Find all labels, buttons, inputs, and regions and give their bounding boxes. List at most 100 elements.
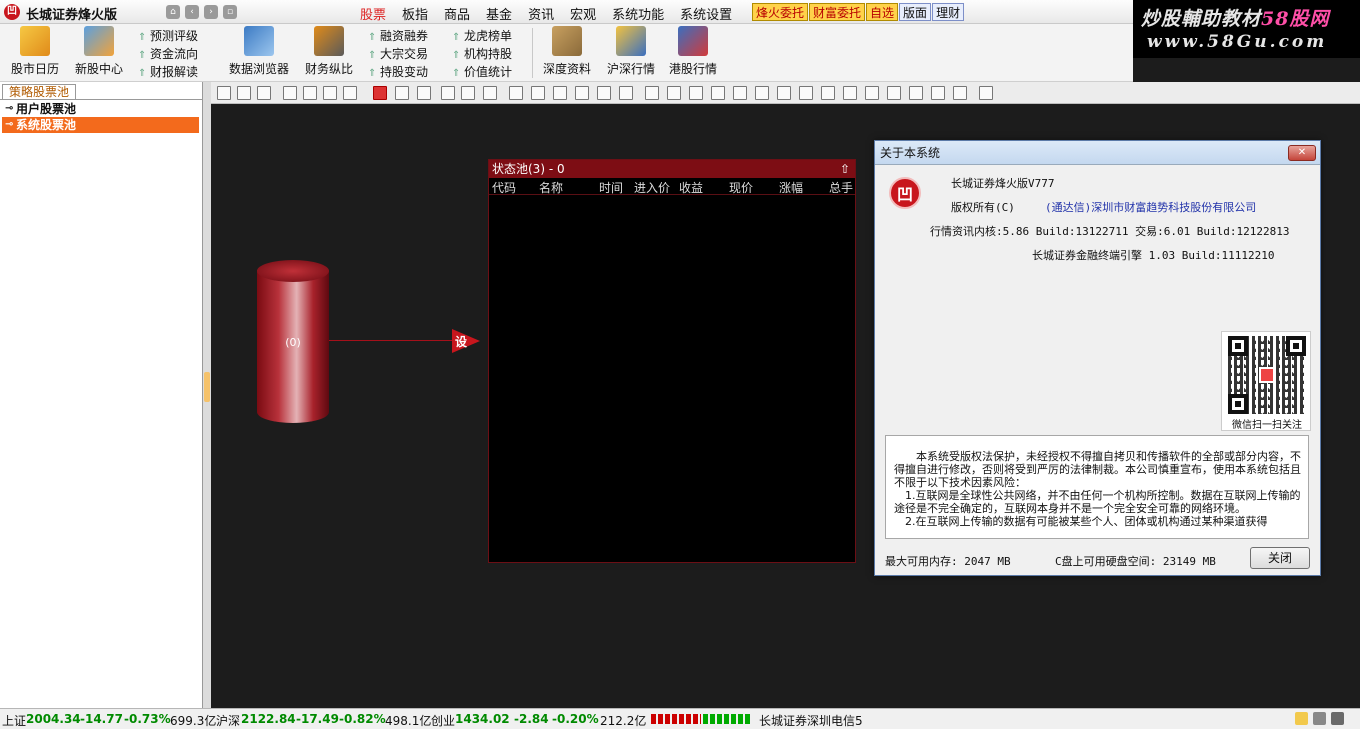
window-icon[interactable]: ▫ xyxy=(223,5,237,19)
align-bottom-icon[interactable] xyxy=(843,86,857,100)
hk-quotes-button[interactable]: 港股行情 xyxy=(666,26,720,77)
forecast-rating-link[interactable]: ⇑ 预测评级 xyxy=(138,27,198,44)
list-icon[interactable] xyxy=(417,86,431,100)
record-icon[interactable] xyxy=(343,86,357,100)
menu-macro[interactable]: 宏观 xyxy=(562,4,604,23)
margin-trading-link[interactable]: ⇑ 融资融券 xyxy=(368,27,428,44)
pointer-icon[interactable] xyxy=(373,86,387,100)
sh-index-label[interactable]: 上证 xyxy=(2,712,26,729)
tab-finance[interactable]: 理财 xyxy=(932,3,965,21)
report-analysis-link[interactable]: ⇑ 财报解读 xyxy=(138,63,198,80)
toolbar-separator xyxy=(532,28,533,78)
tree-item-user-pool[interactable]: ⊸ 用户股票池 xyxy=(2,101,199,117)
dragon-tiger-link[interactable]: ⇑ 龙虎榜单 xyxy=(452,27,512,44)
hs-index-label[interactable]: 沪深 xyxy=(216,712,240,729)
column-icon[interactable] xyxy=(953,86,967,100)
menu-funds[interactable]: 基金 xyxy=(478,4,520,23)
new-doc-icon[interactable] xyxy=(217,86,231,100)
menu-news[interactable]: 资讯 xyxy=(520,4,562,23)
circle-icon[interactable] xyxy=(619,86,633,100)
qr-logo xyxy=(1259,367,1275,383)
same-size-icon[interactable] xyxy=(909,86,923,100)
play-icon[interactable] xyxy=(303,86,317,100)
tab-layout[interactable]: 版面 xyxy=(899,3,932,21)
delete-icon[interactable] xyxy=(283,86,297,100)
triangle-icon[interactable] xyxy=(441,86,455,100)
holding-change-link[interactable]: ⇑ 持股变动 xyxy=(368,63,428,80)
ellipse-icon[interactable] xyxy=(597,86,611,100)
open-folder-icon[interactable] xyxy=(237,86,251,100)
close-button[interactable]: 关闭 xyxy=(1250,547,1310,569)
stop-icon[interactable] xyxy=(323,86,337,100)
col-entry-price[interactable]: 进入价 xyxy=(634,179,670,196)
state-icon[interactable] xyxy=(395,86,409,100)
building-icon[interactable] xyxy=(979,86,993,100)
col-change[interactable]: 涨幅 xyxy=(779,179,803,196)
tab-watchlist[interactable]: 自选 xyxy=(866,3,899,21)
align-left-icon[interactable] xyxy=(645,86,659,100)
value-stats-link[interactable]: ⇑ 价值统计 xyxy=(452,63,512,80)
arrow-icon[interactable] xyxy=(461,86,475,100)
group-icon[interactable] xyxy=(483,86,497,100)
tab-wealth-trade[interactable]: 财富委托 xyxy=(809,3,866,21)
align-center-icon[interactable] xyxy=(667,86,681,100)
status-pool-header[interactable]: 状态池(3) - 0 ⇧ xyxy=(489,160,855,178)
col-name[interactable]: 名称 xyxy=(539,179,563,196)
col-price[interactable]: 现价 xyxy=(729,179,753,196)
space-icon[interactable] xyxy=(931,86,945,100)
fund-flow-link[interactable]: ⇑ 资金流向 xyxy=(138,45,198,62)
rectangle-icon[interactable] xyxy=(553,86,567,100)
back-icon[interactable]: ‹ xyxy=(185,5,199,19)
distribute-icon[interactable] xyxy=(777,86,791,100)
quick-tabs: 烽火委托 财富委托 自选 版面 理财 xyxy=(752,3,965,21)
menu-system-functions[interactable]: 系统功能 xyxy=(604,4,672,23)
institution-holding-link[interactable]: ⇑ 机构持股 xyxy=(452,45,512,62)
about-dialog-titlebar[interactable]: 关于本系统 ✕ xyxy=(875,141,1320,165)
cy-index-label[interactable]: 创业 xyxy=(431,712,455,729)
rounded-rect-icon[interactable] xyxy=(575,86,589,100)
align-right-icon[interactable] xyxy=(689,86,703,100)
connection-icon[interactable] xyxy=(1331,712,1344,725)
align-top-icon[interactable] xyxy=(799,86,813,100)
tab-strategy-pool[interactable]: 策略股票池 xyxy=(2,84,77,99)
forward-icon[interactable]: › xyxy=(204,5,218,19)
col-return[interactable]: 收益 xyxy=(679,179,703,196)
signal-icon[interactable] xyxy=(1313,712,1326,725)
block-trade-link[interactable]: ⇑ 大宗交易 xyxy=(368,45,428,62)
fill-icon[interactable] xyxy=(711,86,725,100)
text-icon[interactable] xyxy=(509,86,523,100)
save-icon[interactable] xyxy=(257,86,271,100)
col-volume[interactable]: 总手 xyxy=(829,179,853,196)
col-time[interactable]: 时间 xyxy=(599,179,623,196)
server-name[interactable]: 长城证券深圳电信5 xyxy=(759,712,863,729)
collapse-icon[interactable]: ⇧ xyxy=(840,160,850,178)
same-width-icon[interactable] xyxy=(865,86,879,100)
align-middle-icon[interactable] xyxy=(821,86,835,100)
line-icon[interactable] xyxy=(531,86,545,100)
line-style-icon[interactable] xyxy=(733,86,747,100)
menu-boards[interactable]: 板指 xyxy=(394,4,436,23)
col-code[interactable]: 代码 xyxy=(492,179,516,196)
same-height-icon[interactable] xyxy=(887,86,901,100)
menu-commodities[interactable]: 商品 xyxy=(436,4,478,23)
data-browser-button[interactable]: 数据浏览器 xyxy=(226,26,292,77)
finance-compare-label: 财务纵比 xyxy=(304,62,353,76)
calendar-button[interactable]: 股市日历 xyxy=(8,26,62,77)
new-stock-button[interactable]: 新股中心 xyxy=(72,26,126,77)
splitter-handle[interactable] xyxy=(204,372,210,402)
menu-stocks[interactable]: 股票 xyxy=(352,4,394,23)
license-text-box[interactable]: 本系统受版权法保护，未经授权不得擅自拷贝和传播软件的全部或部分内容，不得擅自进行… xyxy=(885,435,1309,539)
smile-icon[interactable] xyxy=(1295,712,1308,725)
menu-system-settings[interactable]: 系统设置 xyxy=(672,4,740,23)
panel-splitter[interactable] xyxy=(203,82,211,708)
copyright-owner-link[interactable]: (通达信)深圳市财富趋势科技股份有限公司 xyxy=(1045,199,1256,215)
home-icon[interactable]: ⌂ xyxy=(166,5,180,19)
sh-sz-quotes-button[interactable]: 沪深行情 xyxy=(604,26,658,77)
tree-item-system-pool[interactable]: ⊸ 系统股票池 xyxy=(2,117,199,133)
tab-fenghuo-trade[interactable]: 烽火委托 xyxy=(752,3,809,21)
finance-compare-button[interactable]: 财务纵比 xyxy=(302,26,356,77)
close-icon[interactable]: ✕ xyxy=(1288,145,1316,161)
hk-quotes-icon xyxy=(678,26,708,56)
deep-info-button[interactable]: 深度资料 xyxy=(540,26,594,77)
layer-icon[interactable] xyxy=(755,86,769,100)
